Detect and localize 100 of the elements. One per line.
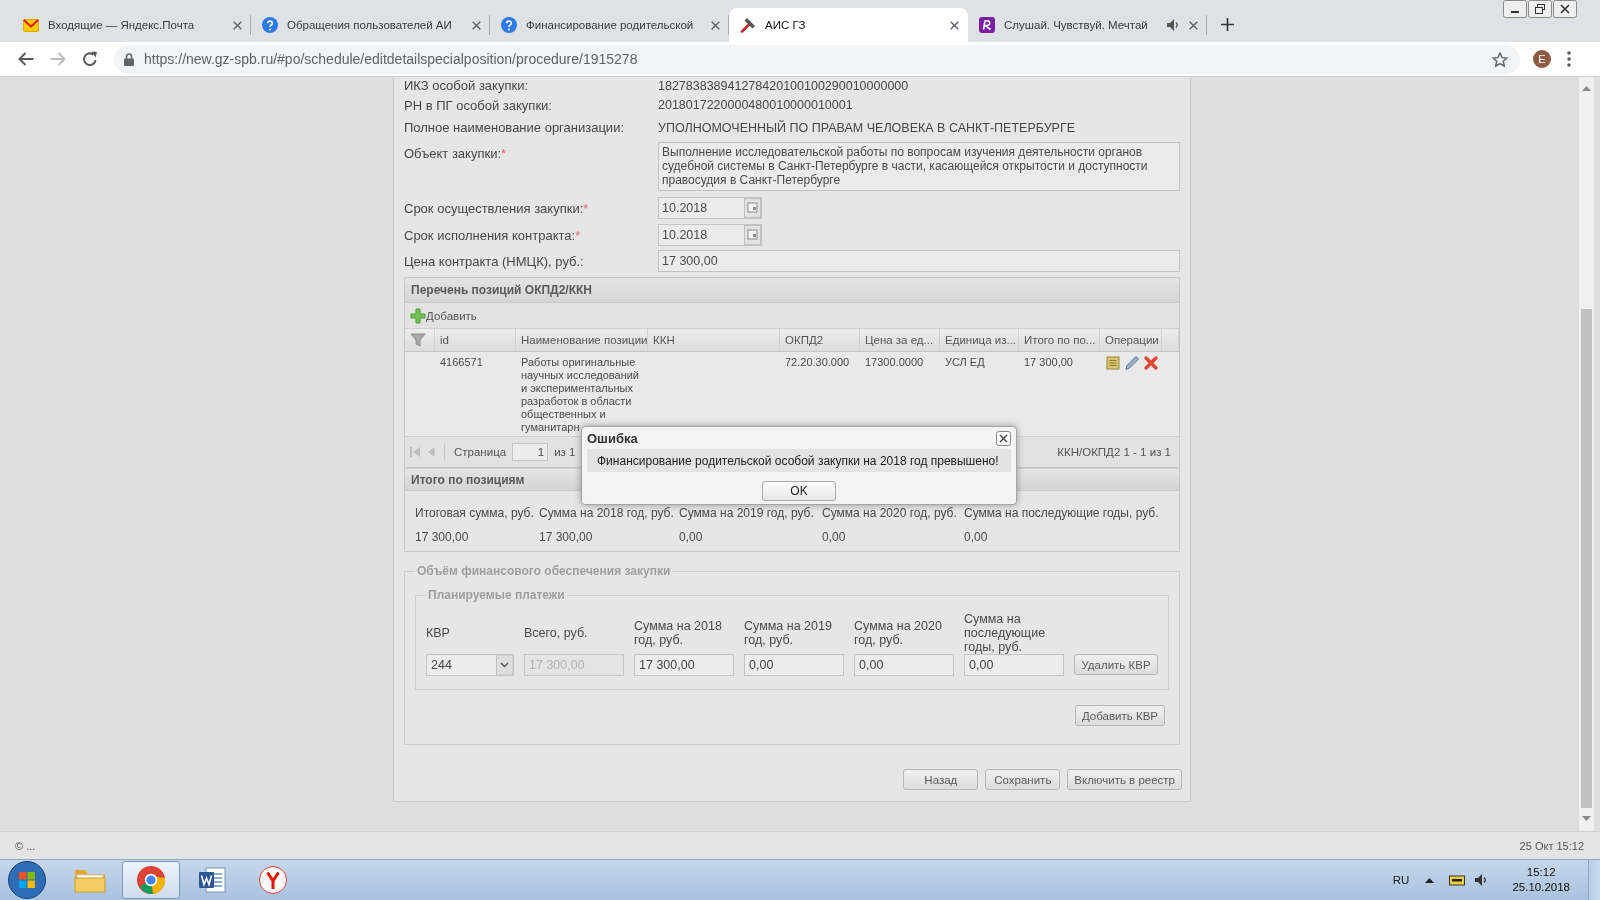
required-mark: * [575, 227, 581, 243]
field-label: ИКЗ особой закупки: [404, 78, 528, 93]
calendar-icon[interactable] [744, 225, 761, 245]
taskbar-app-button[interactable] [122, 861, 180, 899]
scroll-up-icon[interactable] [1582, 86, 1591, 91]
select-field[interactable]: 244 [426, 654, 514, 676]
scroll-down-icon[interactable] [1582, 816, 1591, 821]
column-label: Сумма на 2019 год, руб. [744, 619, 833, 647]
amount-field[interactable]: 0,00 [744, 654, 844, 676]
restore-icon[interactable] [1528, 0, 1552, 18]
note-icon[interactable] [1105, 355, 1121, 371]
caret-icon[interactable] [496, 655, 513, 675]
close-icon[interactable] [1189, 20, 1198, 30]
totals-value: 17 300,00 [415, 530, 470, 544]
scrollbar-thumb[interactable] [1581, 309, 1592, 808]
date-field[interactable]: 10.2018 [658, 224, 762, 246]
date-field[interactable]: 10.2018 [658, 197, 762, 219]
page-label: Страница [454, 446, 507, 458]
column-header[interactable]: ОКПД2 [780, 329, 860, 351]
amount-field[interactable]: 17 300,00 [634, 654, 734, 676]
back-arrow-icon[interactable] [18, 52, 34, 66]
column-label: Сумма на 2018 год, руб. [634, 619, 723, 647]
filter-icon[interactable] [410, 333, 426, 347]
panel-title-bar: Перечень позиций ОКПД2/ККН [405, 278, 1179, 303]
address-bar[interactable]: https://new.gz-spb.ru/#po/schedule/editdetailspecialposition/procedure/1915278 [114, 44, 1520, 74]
column-header[interactable]: Единица из... [940, 329, 1019, 351]
table-cell-text: 72.20.30.000 [784, 355, 851, 369]
close-icon[interactable] [711, 20, 720, 30]
action-button[interactable]: Включить в реестр [1067, 769, 1182, 790]
field-label: РН в ПГ особой закупки: [404, 97, 552, 113]
required-mark: * [501, 146, 507, 161]
document-icon [198, 866, 226, 894]
column-label: Сумма на 2020 год, руб. [854, 619, 943, 647]
copyright-text: © ... [15, 839, 36, 852]
language-indicator[interactable]: RU [1392, 874, 1410, 886]
close-icon[interactable] [1553, 0, 1577, 18]
column-header[interactable]: ККН [648, 329, 780, 351]
amount-field[interactable]: 0,00 [854, 654, 954, 676]
browser-tab[interactable]: АИС ГЗ [729, 8, 968, 42]
app-logo-icon [979, 17, 995, 33]
table-cell-text: 17300.0000 [864, 355, 925, 369]
field-label: Цена контракта (НМЦК), руб.: [404, 253, 584, 269]
lock-icon [124, 52, 134, 66]
totals-label: Итоговая сумма, руб. [415, 506, 535, 520]
start-orb-icon[interactable] [8, 861, 46, 899]
star-icon[interactable] [1492, 51, 1508, 67]
profile-avatar[interactable]: E [1533, 50, 1551, 68]
fieldset-legend: Объём финансового обеспечения закупки [415, 564, 673, 578]
taskbar-clock[interactable]: 15:12 25.10.2018 [1512, 865, 1570, 895]
circle-logo-icon [259, 866, 287, 894]
column-header[interactable]: Наименование позиции [516, 329, 648, 351]
totals-label: Сумма на 2019 год, руб. [679, 506, 815, 520]
field-label: Объект закупки: [404, 146, 501, 161]
field-label: Срок осуществления закупки: [404, 200, 584, 216]
action-button[interactable]: Сохранить [985, 769, 1061, 790]
menu-icon[interactable] [1567, 51, 1571, 67]
reload-icon[interactable] [82, 51, 98, 67]
hammer-icon [740, 17, 756, 33]
column-header[interactable]: Операции [1100, 329, 1162, 351]
add-kvr-button[interactable]: Добавить КВР [1074, 705, 1165, 726]
totals-label: Сумма на 2020 год, руб. [822, 506, 958, 520]
input-field[interactable]: 17 300,00 [658, 250, 1180, 272]
column-header[interactable]: Цена за ед... [860, 329, 940, 351]
tray-flag-icon[interactable] [1449, 874, 1466, 886]
calendar-icon[interactable] [744, 198, 761, 218]
column-header[interactable]: id [435, 329, 516, 351]
text-area-field[interactable]: Выполнение исследовательской работы по вопросам изучения деятельности органов судебной системы в Санкт-Петербурге в части, касающейся открытости и доступности правосудия в Санкт-Петербурге [658, 142, 1180, 191]
delete-icon[interactable] [1143, 355, 1159, 371]
ok-button[interactable]: OK [762, 481, 836, 501]
minimize-icon[interactable] [1503, 0, 1527, 18]
amount-field[interactable]: 0,00 [964, 654, 1064, 676]
add-button[interactable]: Добавить [410, 307, 477, 324]
pencil-icon[interactable] [1124, 355, 1140, 371]
close-icon[interactable] [472, 20, 481, 30]
field-value: 2018017220000480010000010001 [658, 98, 853, 112]
totals-label: Сумма на 2018 год, руб. [539, 506, 675, 520]
envelope-icon [23, 18, 39, 32]
action-button[interactable]: Назад [903, 769, 979, 790]
timestamp-text: 25 Окт 15:12 [1519, 839, 1584, 852]
close-icon[interactable] [233, 20, 242, 30]
totals-value: 0,00 [964, 530, 989, 544]
table-cell-text: 4166571 [439, 355, 484, 369]
paging-summary: ККН/ОКПД2 1 - 1 из 1 [1057, 446, 1171, 458]
page-number-field[interactable]: 1 [512, 443, 549, 461]
close-icon[interactable] [950, 20, 959, 30]
column-label: Всего, руб. [524, 626, 589, 640]
field-value: 182783838941278420100100290010000000 [658, 78, 909, 93]
dialog-title: Ошибка [587, 430, 638, 446]
remove-kvr-button[interactable]: Удалить КВР [1074, 654, 1158, 675]
plus-icon[interactable] [1221, 17, 1234, 31]
field-label: Полное наименование организации: [404, 120, 624, 135]
dialog-message: Финансирование родительской особой закупки на 2018 год превышено! [587, 449, 1011, 472]
totals-value: 0,00 [822, 530, 847, 544]
close-icon[interactable] [996, 430, 1011, 446]
speaker-icon[interactable] [1167, 19, 1180, 31]
speaker-icon[interactable] [1475, 874, 1489, 886]
required-mark: * [583, 200, 589, 216]
column-header[interactable]: Итого по по... [1019, 329, 1100, 351]
tray-arrow-icon[interactable] [1425, 877, 1435, 883]
field-label: Срок исполнения контракта: [404, 227, 576, 243]
